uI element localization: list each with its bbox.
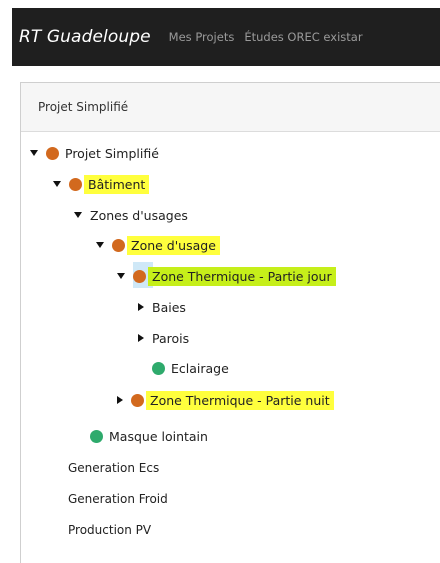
- caret-down-icon[interactable]: [117, 273, 125, 279]
- nav-link-mes-projets[interactable]: Mes Projets: [169, 30, 235, 44]
- tree-item-zone-jour[interactable]: Zone Thermique - Partie jour: [117, 264, 336, 288]
- tree-item-parois[interactable]: Parois: [138, 326, 189, 350]
- top-navbar: RT Guadeloupe Mes Projets Études OREC ex…: [12, 8, 440, 66]
- status-dot-icon: [69, 177, 82, 191]
- tree-item-batiment[interactable]: Bâtiment: [53, 172, 150, 196]
- status-dot-icon: [133, 269, 146, 283]
- tree-item-masque[interactable]: Masque lointain: [90, 424, 208, 448]
- tree-item-label: Zone Thermique - Partie jour: [148, 266, 336, 286]
- tree-item-production-pv[interactable]: Production PV: [68, 518, 151, 542]
- tree-item-projet[interactable]: Projet Simplifié: [30, 141, 159, 165]
- status-dot-icon: [46, 146, 59, 160]
- tree-item-zone-usage[interactable]: Zone d'usage: [96, 233, 220, 257]
- status-dot-icon: [90, 429, 103, 443]
- tree-item-label: Masque lointain: [109, 428, 208, 444]
- tree-item-eclairage[interactable]: Eclairage: [152, 356, 229, 380]
- caret-down-icon[interactable]: [96, 242, 104, 248]
- tree-item-label: Zones d'usages: [90, 207, 188, 223]
- caret-down-icon[interactable]: [53, 181, 61, 187]
- nav-link-etudes-orec[interactable]: Études OREC existar: [244, 30, 362, 44]
- tree-item-generation-froid[interactable]: Generation Froid: [68, 487, 168, 511]
- brand-title[interactable]: RT Guadeloupe: [19, 27, 151, 47]
- tree-item-label: Generation Froid: [68, 492, 168, 506]
- tree-item-generation-ecs[interactable]: Generation Ecs: [68, 456, 159, 480]
- tree-item-label: Eclairage: [171, 360, 229, 376]
- tree-item-label: Baies: [152, 299, 186, 315]
- panel-header: Projet Simplifié: [21, 83, 440, 132]
- tree-item-label: Zone Thermique - Partie nuit: [146, 390, 334, 410]
- tree-item-label: Bâtiment: [84, 174, 150, 194]
- panel-title: Projet Simplifié: [38, 100, 129, 114]
- caret-right-icon[interactable]: [117, 396, 123, 404]
- tree-item-zone-nuit[interactable]: Zone Thermique - Partie nuit: [117, 388, 334, 412]
- caret-down-icon[interactable]: [30, 150, 38, 156]
- tree-item-label: Generation Ecs: [68, 461, 160, 475]
- status-dot-icon: [131, 393, 144, 407]
- caret-right-icon[interactable]: [138, 334, 144, 342]
- tree-item-label: Zone d'usage: [127, 235, 220, 255]
- tree-item-label: Parois: [152, 330, 190, 346]
- tree-item-label: Projet Simplifié: [65, 145, 159, 161]
- tree-item-label: Production PV: [68, 523, 152, 537]
- status-dot-icon: [152, 361, 165, 375]
- caret-right-icon[interactable]: [138, 303, 144, 311]
- status-dot-icon: [112, 238, 125, 252]
- tree-item-zones-usages[interactable]: Zones d'usages: [74, 203, 188, 227]
- tree-item-baies[interactable]: Baies: [138, 295, 186, 319]
- caret-down-icon[interactable]: [74, 212, 82, 218]
